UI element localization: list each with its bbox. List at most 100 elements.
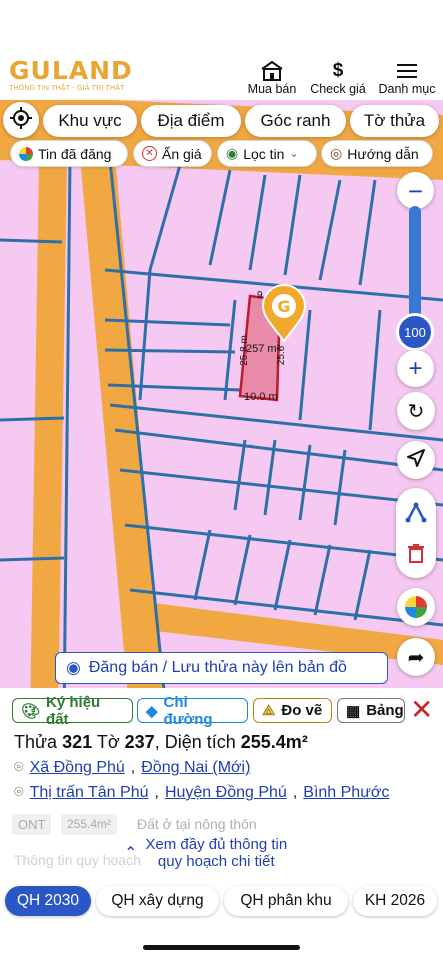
refresh-icon: ↻ [407,400,425,423]
see-more-text: Xem đầy đủ thông tin quy hoạch chi tiết [145,836,287,870]
draw-tool-icon[interactable] [405,501,427,528]
tool-bang[interactable]: ▦ Bảng [337,698,405,723]
location-pin-icon[interactable]: G [261,284,307,347]
tab-qh-2030[interactable]: QH 2030 [5,886,91,916]
separator: , [154,784,159,801]
chip-tin-da-dang[interactable]: Tin đã đăng [10,140,128,167]
province-link[interactable]: Đồng Nai (Mới) [141,759,250,777]
ward-link[interactable]: Xã Đồng Phú [30,759,125,777]
tool-do-ve[interactable]: ⟁ Đo vẽ [253,698,332,723]
land-area-badge: 255.4m² [61,814,118,835]
chip-label: Hướng dẫn [347,145,419,162]
tool-label: Ký hiệu đất [46,693,101,728]
filter-khu-vuc[interactable]: Khu vực [43,105,137,137]
tab-kh-2026[interactable]: KH 2026 [353,886,437,916]
tab-qh-xay-dung[interactable]: QH xây dựng [96,886,219,916]
nav-label: Check giá [310,82,366,96]
guide-icon: ◎ [330,145,343,161]
refresh-button[interactable]: ↻ [397,392,435,430]
title-parcel-prefix: Thửa [14,732,58,752]
close-icon: ✕ [410,694,434,725]
chevron-down-icon: ⌄ [289,148,299,160]
save-plot-label: Đăng bán / Lưu thửa này lên bản đồ [88,659,347,676]
map-style-button[interactable] [397,588,435,626]
see-more-button[interactable]: ⌃ Xem đầy đủ thông tin quy hoạch chi tiế… [124,836,324,870]
map-view[interactable]: 257 m² 25.8 m 25.6 10.0 m 9 G Khu vực Đị… [0,100,443,720]
chip-loc-tin[interactable]: ◉ Lọc tin ⌄ [217,140,317,167]
tool-label: Chỉ đường [163,693,213,728]
town-link[interactable]: Thị trấn Tân Phú [30,784,149,802]
nav-danh-muc[interactable]: Danh mục [376,60,438,96]
plot-area-value: 255.4m² [240,732,308,752]
tool-label: Bảng [366,702,404,719]
plot-title: Thửa 321 Tờ 237, Diện tích 255.4m² [14,732,308,753]
plot-right-length: 25.6 [276,345,288,366]
parcel-map [0,100,443,720]
location-pin-icon: ⌾ [14,759,24,776]
separator: , [292,784,298,801]
trash-icon[interactable] [406,543,426,568]
palette-icon [405,596,427,618]
see-more-line-1: Xem đầy đủ thông tin [145,836,288,853]
brand-tagline: THÔNG TIN THẬT - GIÁ TRỊ THẬT [9,85,125,92]
zoom-out-button[interactable]: − [397,172,434,209]
palette-icon [19,146,33,161]
save-plot-banner[interactable]: ◉ Đăng bán / Lưu thửa này lên bản đồ [55,652,388,684]
guland-logo[interactable]: GULAND THÔNG TIN THẬT - GIÁ TRỊ THẬT [9,56,133,93]
store-icon [246,60,298,82]
share-button[interactable]: ➦ [397,638,435,676]
nav-mua-ban[interactable]: Mua bán [246,60,298,96]
navigate-button[interactable] [397,441,435,479]
dollar-icon: $ [332,60,344,81]
filter-to-thua[interactable]: Tờ thửa [350,105,439,137]
navigation-arrow-icon [407,448,425,472]
map-pin-icon: ◉ [226,145,239,161]
address-old: ⌾ Thị trấn Tân Phú, Huyện Đồng Phú, Bình… [14,784,389,802]
svg-text:G: G [277,297,290,316]
measure-icon: ⟁ [262,702,276,719]
land-code-badge: ONT [12,814,52,835]
tab-qh-phan-khu[interactable]: QH phân khu [224,886,348,916]
zoom-slider-fill [409,206,421,321]
home-indicator [143,945,300,950]
tool-ky-hieu-dat[interactable]: 🎨︎ Ký hiệu đất [12,694,133,728]
address-new: ⌾ Xã Đồng Phú, Đồng Nai (Mới) [14,759,250,777]
directions-icon: ◆ [146,702,158,720]
locate-me-button[interactable] [3,102,39,138]
title-area-prefix: , Diện tích [154,732,236,752]
tool-label: Đo vẽ [281,702,323,719]
close-panel-button[interactable]: ✕ [410,696,433,724]
plot-bottom-length: 10.0 m [244,391,278,403]
old-province-link[interactable]: Bình Phước [303,784,389,802]
plan-info-label: Thông tin quy hoạch [14,852,141,868]
crosshair-icon [10,106,32,134]
district-link[interactable]: Huyện Đồng Phú [165,784,287,802]
close-circle-icon: ✕ [142,146,157,161]
location-icon: ◉ [66,658,81,677]
palette-icon: 🎨︎ [21,702,41,720]
chip-huong-dan[interactable]: ◎ Hướng dẫn [321,140,433,167]
zoom-level-badge[interactable]: 100 [396,313,434,351]
nav-check-gia[interactable]: $ Check giá [308,60,368,96]
zoom-in-button[interactable]: + [397,350,434,387]
sheet-number: 237 [124,732,155,752]
chip-label: Lọc tin [243,145,285,162]
nav-label: Mua bán [247,82,297,96]
menu-icon [376,60,438,82]
filter-dia-diem[interactable]: Địa điểm [141,105,241,137]
filter-goc-ranh[interactable]: Góc ranh [245,105,346,137]
location-pin-icon: ⌾ [14,784,24,801]
nav-label: Danh mục [378,82,436,96]
separator: , [130,759,136,776]
chip-label: Ẩn giá [162,145,202,162]
brand-name: GULAND [9,56,133,85]
plot-left-length: 25.8 m [238,335,250,366]
parcel-number: 321 [62,732,93,752]
chip-label: Tin đã đăng [38,145,112,162]
see-more-line-2: quy hoạch chi tiết [157,853,275,870]
tool-chi-duong[interactable]: ◆ Chỉ đường [137,694,248,728]
plus-icon: + [408,354,423,382]
chip-an-gia[interactable]: ✕ Ẩn giá [133,140,212,167]
double-chevron-up-icon: ⌃ [124,845,138,862]
title-sheet-prefix: Tờ [96,732,120,752]
